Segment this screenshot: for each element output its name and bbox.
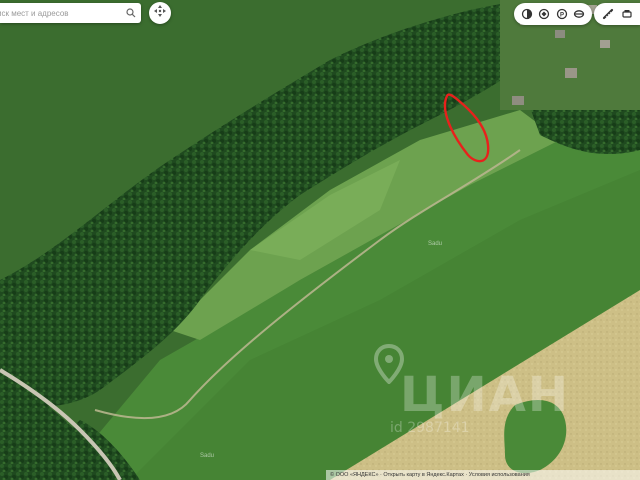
move-arrows-icon: [154, 4, 166, 22]
print-icon[interactable]: [618, 5, 636, 23]
move-map-button[interactable]: [149, 2, 171, 24]
route-icon[interactable]: [536, 5, 554, 23]
svg-text:P: P: [560, 12, 564, 18]
search-input[interactable]: [0, 8, 125, 18]
search-icon[interactable]: [125, 7, 137, 19]
field-label-center: Sadu: [428, 241, 443, 247]
search-box[interactable]: [0, 3, 141, 23]
map-attribution[interactable]: © ООО «ЯНДЕКС» · Открыть карту в Яндекс.…: [326, 470, 640, 480]
tools-toolbar: [594, 3, 640, 25]
traffic-icon[interactable]: [571, 5, 589, 23]
layers-toolbar: P: [514, 3, 592, 25]
field-label-bottom: Sadu: [200, 453, 215, 459]
ruler-icon[interactable]: [599, 5, 617, 23]
satellite-map[interactable]: [0, 0, 640, 480]
layer-circle-icon[interactable]: [518, 5, 536, 23]
parking-icon[interactable]: P: [553, 5, 571, 23]
